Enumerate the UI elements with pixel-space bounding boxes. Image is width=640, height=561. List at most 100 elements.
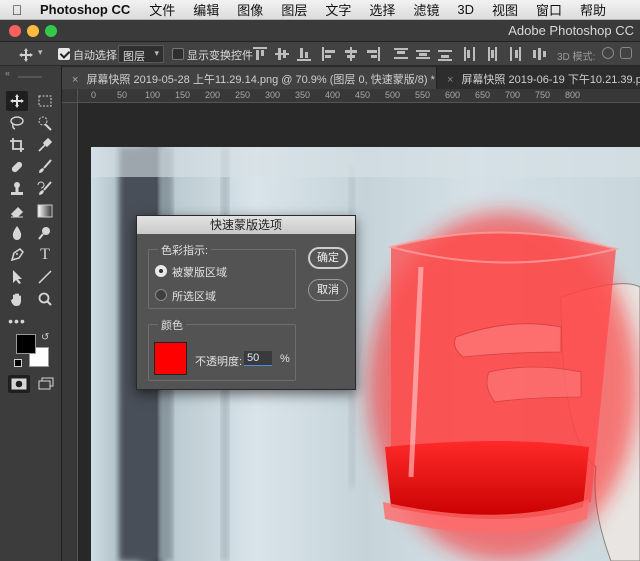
opacity-input[interactable]: [244, 351, 272, 366]
close-tab-icon[interactable]: ×: [72, 74, 78, 86]
document-tab-active[interactable]: × 屏幕快照 2019-05-28 上午11.29.14.png @ 70.9% …: [62, 67, 436, 89]
close-tab-icon[interactable]: ×: [447, 74, 453, 86]
eraser-icon: [11, 207, 23, 218]
ok-button[interactable]: 确定: [308, 247, 348, 269]
menu-file[interactable]: 文件: [140, 0, 184, 19]
edit-toolbar-button[interactable]: •••: [6, 311, 28, 331]
stamp-icon: [11, 182, 23, 195]
distribute-left-icon[interactable]: [463, 47, 477, 61]
screen-mode-button[interactable]: [36, 375, 56, 393]
minimize-window-button[interactable]: [27, 25, 39, 37]
auto-align-icon[interactable]: [533, 47, 547, 61]
align-hcenter-icon[interactable]: [344, 47, 358, 61]
toolbar-grip[interactable]: [18, 76, 42, 78]
line-icon: [38, 270, 52, 284]
auto-select-target-select[interactable]: 图层 ▾: [118, 45, 164, 63]
default-colors-icon[interactable]: [14, 359, 22, 367]
menu-help[interactable]: 帮助: [571, 0, 615, 19]
zoom-tool-button[interactable]: [34, 289, 56, 309]
screen-mode-icon: [38, 377, 54, 390]
selected-areas-label[interactable]: 所选区域: [172, 288, 216, 304]
horizontal-ruler[interactable]: 0 50 100 150 200 250 300 350 400 450 500…: [78, 89, 640, 103]
swap-colors-icon[interactable]: ↺: [41, 332, 49, 343]
move-tool-button[interactable]: [6, 91, 28, 111]
line-tool-button[interactable]: [34, 267, 56, 287]
distribute-hcenter-icon[interactable]: [485, 47, 499, 61]
mask-color-swatch[interactable]: [154, 342, 187, 375]
align-left-icon[interactable]: [322, 47, 336, 61]
vertical-ruler[interactable]: [62, 103, 78, 561]
blurred-top-band: [91, 147, 640, 177]
align-right-icon[interactable]: [366, 47, 380, 61]
clone-stamp-tool-button[interactable]: [6, 179, 28, 199]
menu-3d[interactable]: 3D: [448, 2, 483, 17]
pen-icon: [10, 248, 24, 262]
quick-selection-icon: [38, 116, 52, 131]
opacity-label: 不透明度:: [195, 356, 243, 368]
bandage-icon: [11, 161, 23, 173]
blur-tool-button[interactable]: [6, 223, 28, 243]
distribute-top-icon[interactable]: [394, 47, 408, 61]
pen-tool-button[interactable]: [6, 245, 28, 265]
zoom-window-button[interactable]: [45, 25, 57, 37]
type-t-icon: T: [40, 246, 50, 263]
roll-3d-icon[interactable]: [620, 47, 632, 59]
show-transform-checkbox[interactable]: [172, 48, 184, 60]
selected-areas-radio[interactable]: [155, 289, 167, 301]
align-bottom-icon[interactable]: [297, 47, 311, 61]
healing-brush-tool-button[interactable]: [6, 157, 28, 177]
close-window-button[interactable]: [9, 25, 21, 37]
ruler-label: 450: [355, 90, 371, 100]
app-menu[interactable]: Photoshop CC: [34, 2, 140, 17]
ruler-corner[interactable]: [62, 89, 78, 103]
crop-tool-button[interactable]: [6, 135, 28, 155]
document-tab-label: 屏幕快照 2019-06-19 下午10.21.39.pn: [461, 74, 640, 86]
eraser-tool-button[interactable]: [6, 201, 28, 221]
hand-tool-button[interactable]: [6, 289, 28, 309]
menu-edit[interactable]: 编辑: [184, 0, 228, 19]
menu-select[interactable]: 选择: [360, 0, 404, 19]
color-indicates-label: 色彩指示:: [158, 242, 212, 258]
ruler-label: 350: [295, 90, 311, 100]
auto-select-label: 自动选择:: [73, 50, 121, 62]
mac-menubar:  Photoshop CC 文件 编辑 图像 图层 文字 选择 滤镜 3D 视…: [0, 0, 640, 20]
distribute-right-icon[interactable]: [507, 47, 521, 61]
path-selection-tool-button[interactable]: [6, 267, 28, 287]
brush-tool-button[interactable]: [34, 157, 56, 177]
orbit-3d-icon[interactable]: [602, 47, 614, 59]
cancel-button[interactable]: 取消: [308, 279, 348, 301]
menu-type[interactable]: 文字: [316, 0, 360, 19]
move-tool-icon[interactable]: [18, 47, 34, 63]
quick-selection-tool-button[interactable]: [34, 113, 56, 133]
align-vcenter-icon[interactable]: [275, 47, 289, 61]
gradient-tool-button[interactable]: [34, 201, 56, 221]
quick-mask-button[interactable]: [8, 375, 30, 393]
distribute-vcenter-icon[interactable]: [416, 47, 430, 61]
masked-areas-label[interactable]: 被蒙版区域: [172, 264, 227, 280]
marquee-tool-button[interactable]: [34, 91, 56, 111]
dodge-tool-button[interactable]: [34, 223, 56, 243]
ruler-label: 750: [535, 90, 551, 100]
menu-window[interactable]: 窗口: [527, 0, 571, 19]
masked-areas-radio[interactable]: [155, 265, 167, 277]
history-brush-tool-button[interactable]: [34, 179, 56, 199]
eyedropper-tool-button[interactable]: [34, 135, 56, 155]
distribute-bottom-icon[interactable]: [438, 47, 452, 61]
menu-image[interactable]: 图像: [228, 0, 272, 19]
document-tab-inactive[interactable]: × 屏幕快照 2019-06-19 下午10.21.39.pn: [436, 67, 640, 89]
auto-select-checkbox[interactable]: [58, 48, 70, 60]
menu-view[interactable]: 视图: [483, 0, 527, 19]
menu-filter[interactable]: 滤镜: [404, 0, 448, 19]
document-tabbar: × 屏幕快照 2019-05-28 上午11.29.14.png @ 70.9% …: [62, 67, 640, 89]
collapse-toolbar-icon[interactable]: «: [5, 68, 10, 78]
apple-menu-icon[interactable]: : [0, 2, 34, 18]
tool-preset-chevron-icon[interactable]: ▾: [38, 47, 43, 58]
lasso-tool-button[interactable]: [6, 113, 28, 133]
ruler-label: 700: [505, 90, 521, 100]
menu-layer[interactable]: 图层: [272, 0, 316, 19]
type-tool-button[interactable]: T: [34, 245, 56, 265]
align-top-icon[interactable]: [253, 47, 267, 61]
finger-shape: [486, 366, 582, 403]
magnifier-icon: [38, 292, 52, 306]
foreground-color-swatch[interactable]: [16, 334, 36, 354]
